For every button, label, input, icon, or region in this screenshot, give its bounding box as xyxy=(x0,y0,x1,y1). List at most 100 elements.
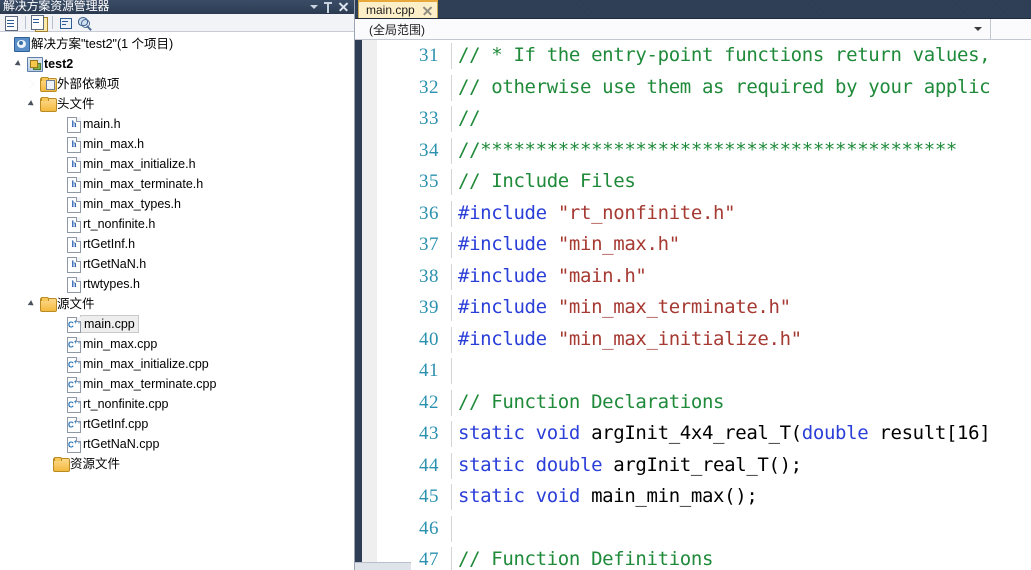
tree-item[interactable]: h rtGetInf.h xyxy=(0,234,354,254)
code-editor-pane: main.cpp (全局范围) 31 // * If the entry-poin… xyxy=(355,0,1031,570)
gutter-divider xyxy=(451,232,452,258)
gutter-divider xyxy=(451,106,452,132)
folder-icon xyxy=(39,294,57,314)
tree-item[interactable]: C++ min_max_initialize.cpp xyxy=(0,354,354,374)
code-line[interactable]: 33 // xyxy=(377,103,1031,135)
expander-open-icon[interactable] xyxy=(13,54,26,74)
tree-item[interactable]: h rtwtypes.h xyxy=(0,274,354,294)
line-number: 44 xyxy=(419,454,439,476)
gutter-divider xyxy=(451,326,452,353)
line-number: 35 xyxy=(419,171,439,192)
code-line[interactable]: 47// Function Definitions xyxy=(377,544,1031,570)
code-line[interactable]: 41 xyxy=(377,355,1031,387)
tree-item[interactable]: C++ min_max_terminate.cpp xyxy=(0,374,354,394)
solution-icon xyxy=(13,34,31,54)
tree-item[interactable]: 资源文件 xyxy=(0,454,354,474)
editor-navigation-bar: (全局范围) xyxy=(355,19,1031,40)
tree-item-label: rtGetNaN.h xyxy=(83,257,147,271)
horizontal-scrollbar[interactable] xyxy=(355,562,411,570)
code-line[interactable]: 46 xyxy=(377,513,1031,545)
code-token: // Function Definitions xyxy=(458,548,714,570)
line-number: 46 xyxy=(419,517,439,539)
view-code-button[interactable] xyxy=(57,15,74,30)
line-number: 38 xyxy=(419,265,439,287)
tree-item[interactable]: C++ min_max.cpp xyxy=(0,334,354,354)
tree-item[interactable]: test2 xyxy=(0,54,354,74)
indicator-margin[interactable] xyxy=(362,40,377,570)
line-number: 36 xyxy=(419,202,439,224)
cpp-file-icon: C++ xyxy=(65,414,83,434)
code-line[interactable]: 43 static void argInit_4x4_real_T(double … xyxy=(377,418,1031,450)
expander-closed-icon[interactable] xyxy=(26,74,39,94)
close-icon[interactable] xyxy=(338,2,348,12)
code-line[interactable]: 32 // otherwise use them as required by y… xyxy=(377,72,1031,104)
code-line[interactable]: 35 // Include Files xyxy=(377,166,1031,198)
code-text: // Include Files xyxy=(458,166,636,198)
solution-tree[interactable]: 解决方案"test2"(1 个项目) test2 外部依赖项 头文件 h main.h h m… xyxy=(0,32,354,570)
solution-explorer-toolbar xyxy=(0,14,354,32)
tree-item[interactable]: h min_max_initialize.h xyxy=(0,154,354,174)
member-dropdown[interactable] xyxy=(991,19,1031,39)
tree-item[interactable]: C++ rtGetInf.cpp xyxy=(0,414,354,434)
pin-icon[interactable] xyxy=(324,1,332,13)
header-file-icon: h xyxy=(65,174,83,194)
code-surface[interactable]: 31 // * If the entry-point functions retu… xyxy=(355,40,1031,570)
line-number: 45 xyxy=(419,486,439,507)
tree-item-label: min_max_terminate.h xyxy=(83,177,204,191)
line-number: 32 xyxy=(419,76,439,98)
tree-item[interactable]: C++ rtGetNaN.cpp xyxy=(0,434,354,454)
line-number: 42 xyxy=(419,391,439,413)
tree-item[interactable]: h min_max.h xyxy=(0,134,354,154)
document-tab-main-cpp[interactable]: main.cpp xyxy=(358,0,438,18)
close-tab-icon[interactable] xyxy=(423,6,432,15)
tree-item[interactable]: h rtGetNaN.h xyxy=(0,254,354,274)
gutter-divider xyxy=(451,74,452,101)
code-line[interactable]: 34 //************************************… xyxy=(377,135,1031,167)
titlebar-buttons xyxy=(310,1,352,13)
code-token: "rt_nonfinite.h" xyxy=(557,201,736,224)
tree-item[interactable]: h rt_nonfinite.h xyxy=(0,214,354,234)
code-token: static void xyxy=(458,485,592,507)
code-line[interactable]: 37 #include "min_max.h" xyxy=(377,229,1031,261)
code-line[interactable]: 36 #include "rt_nonfinite.h" xyxy=(377,198,1031,230)
tree-item[interactable]: 解决方案"test2"(1 个项目) xyxy=(0,34,354,54)
code-line[interactable]: 40 #include "min_max_initialize.h" xyxy=(377,324,1031,356)
tree-item-label: min_max_initialize.h xyxy=(83,157,196,171)
code-line[interactable]: 38 #include "main.h" xyxy=(377,261,1031,293)
cpp-file-icon: C++ xyxy=(65,374,83,394)
tree-item[interactable]: C++ main.cpp xyxy=(0,314,354,334)
tree-item[interactable]: C++ rt_nonfinite.cpp xyxy=(0,394,354,414)
code-line[interactable]: 31 // * If the entry-point functions retu… xyxy=(377,40,1031,72)
document-tab-label: main.cpp xyxy=(366,3,415,17)
expander-open-icon[interactable] xyxy=(26,94,39,114)
folder-icon xyxy=(39,94,57,114)
chevron-down-icon[interactable] xyxy=(310,5,318,9)
tree-item[interactable]: 外部依赖项 xyxy=(0,74,354,94)
tree-item-label: rtGetNaN.cpp xyxy=(83,437,160,451)
cpp-file-icon: C++ xyxy=(65,394,83,414)
gutter-divider xyxy=(451,421,452,447)
line-number: 37 xyxy=(419,234,439,255)
chevron-down-icon[interactable] xyxy=(974,27,982,31)
tree-item[interactable]: 源文件 xyxy=(0,294,354,314)
header-file-icon: h xyxy=(65,214,83,234)
code-lines[interactable]: 31 // * If the entry-point functions retu… xyxy=(377,40,1031,570)
code-line[interactable]: 42 // Function Declarations xyxy=(377,387,1031,419)
code-line[interactable]: 39 #include "min_max_terminate.h" xyxy=(377,292,1031,324)
tree-item[interactable]: h min_max_terminate.h xyxy=(0,174,354,194)
tabstrip-background xyxy=(355,0,1031,18)
editor-left-edge xyxy=(355,40,362,570)
code-line[interactable]: 45 static void main_min_max(); xyxy=(377,481,1031,513)
tree-item[interactable]: h min_max_types.h xyxy=(0,194,354,214)
expander-open-icon[interactable] xyxy=(26,294,39,314)
show-all-files-button[interactable] xyxy=(30,15,48,32)
code-line[interactable]: 44 static double argInit_real_T(); xyxy=(377,450,1031,482)
scope-dropdown[interactable]: (全局范围) xyxy=(355,19,991,39)
code-text: #include "min_max.h" xyxy=(458,229,680,261)
line-number: 31 xyxy=(419,45,439,66)
tree-item[interactable]: 头文件 xyxy=(0,94,354,114)
preview-selected-items-button[interactable] xyxy=(75,15,92,31)
properties-window-button[interactable] xyxy=(3,15,20,31)
tree-item[interactable]: h main.h xyxy=(0,114,354,134)
